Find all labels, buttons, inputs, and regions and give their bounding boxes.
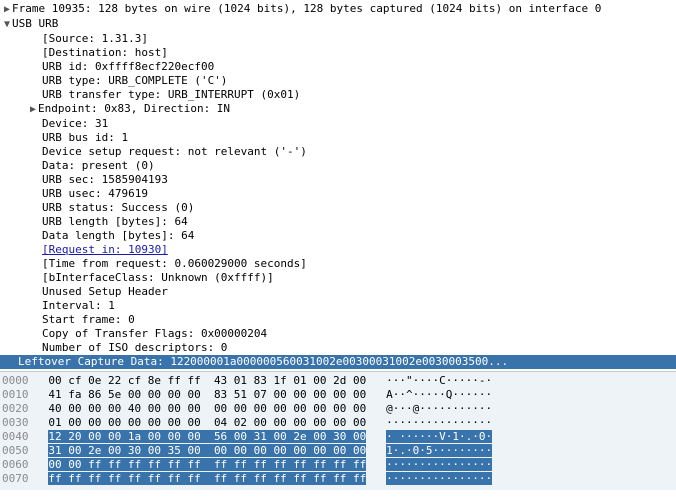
hex-offset: 0040 xyxy=(2,430,29,443)
hex-bytes[interactable]: 31 00 2e 00 30 00 35 00 00 00 00 00 00 0… xyxy=(48,444,366,457)
num-iso-row[interactable]: Number of ISO descriptors: 0 xyxy=(0,341,676,355)
hex-offset: 0030 xyxy=(2,416,29,429)
hex-ascii: ················ xyxy=(386,472,492,485)
request-in-link[interactable]: [Request in: 10930] xyxy=(42,243,168,256)
urb-status-row[interactable]: URB status: Success (0) xyxy=(0,201,676,215)
urb-type-row[interactable]: URB type: URB_COMPLETE ('C') xyxy=(0,74,676,88)
expand-icon[interactable] xyxy=(28,102,38,117)
hex-row[interactable]: 0040 12 20 00 00 1a 00 00 00 56 00 31 00… xyxy=(2,430,676,444)
binterface-class-row[interactable]: [bInterfaceClass: Unknown (0xffff)] xyxy=(0,271,676,285)
urb-id-row[interactable]: URB id: 0xffff8ecf220ecf00 xyxy=(0,60,676,74)
hex-ascii: ················ xyxy=(386,458,492,471)
interval-row[interactable]: Interval: 1 xyxy=(0,299,676,313)
urb-bus-id-row[interactable]: URB bus id: 1 xyxy=(0,131,676,145)
hex-bytes[interactable]: 00 00 ff ff ff ff ff ff ff ff ff ff ff f… xyxy=(48,458,366,471)
data-present-row[interactable]: Data: present (0) xyxy=(0,159,676,173)
urb-length-row[interactable]: URB length [bytes]: 64 xyxy=(0,215,676,229)
hex-row[interactable]: 0050 31 00 2e 00 30 00 35 00 00 00 00 00… xyxy=(2,444,676,458)
hex-bytes[interactable]: 00 cf 0e 22 cf 8e ff ff 43 01 83 1f 01 0… xyxy=(48,374,366,387)
expand-icon[interactable] xyxy=(2,2,12,17)
destination-row[interactable]: [Destination: host] xyxy=(0,46,676,60)
hex-bytes[interactable]: 12 20 00 00 1a 00 00 00 56 00 31 00 2e 0… xyxy=(48,430,366,443)
device-setup-row[interactable]: Device setup request: not relevant ('-') xyxy=(0,145,676,159)
copy-flags-row[interactable]: Copy of Transfer Flags: 0x00000204 xyxy=(0,327,676,341)
endpoint-row[interactable]: Endpoint: 0x83, Direction: IN xyxy=(0,102,676,117)
hex-bytes[interactable]: 01 00 00 00 00 00 00 00 04 02 00 00 00 0… xyxy=(48,416,366,429)
data-length-row[interactable]: Data length [bytes]: 64 xyxy=(0,229,676,243)
hex-offset: 0070 xyxy=(2,472,29,485)
urb-usec-row[interactable]: URB usec: 479619 xyxy=(0,187,676,201)
hex-offset: 0000 xyxy=(2,374,29,387)
hex-row[interactable]: 0070 ff ff ff ff ff ff ff ff ff ff ff ff… xyxy=(2,472,676,486)
usb-urb-label: USB URB xyxy=(12,17,58,30)
urb-sec-row[interactable]: URB sec: 1585904193 xyxy=(0,173,676,187)
hex-row[interactable]: 0010 41 fa 86 5e 00 00 00 00 83 51 07 00… xyxy=(2,388,676,402)
hex-ascii: ················ xyxy=(386,416,492,429)
hex-bytes[interactable]: 40 00 00 00 40 00 00 00 00 00 00 00 00 0… xyxy=(48,402,366,415)
hex-dump-pane[interactable]: 0000 00 cf 0e 22 cf 8e ff ff 43 01 83 1f… xyxy=(0,371,676,490)
hex-bytes[interactable]: ff ff ff ff ff ff ff ff ff ff ff ff ff f… xyxy=(48,472,366,485)
hex-ascii: @···@··········· xyxy=(386,402,492,415)
urb-transfer-type-row[interactable]: URB transfer type: URB_INTERRUPT (0x01) xyxy=(0,88,676,102)
frame-summary-row[interactable]: Frame 10935: 128 bytes on wire (1024 bit… xyxy=(0,2,676,17)
hex-row[interactable]: 0060 00 00 ff ff ff ff ff ff ff ff ff ff… xyxy=(2,458,676,472)
time-from-request-row[interactable]: [Time from request: 0.060029000 seconds] xyxy=(0,257,676,271)
request-in-row[interactable]: [Request in: 10930] xyxy=(0,243,676,257)
frame-summary: Frame 10935: 128 bytes on wire (1024 bit… xyxy=(12,2,601,15)
leftover-data-row[interactable]: Leftover Capture Data: 122000001a0000005… xyxy=(0,355,676,369)
packet-details-tree[interactable]: Frame 10935: 128 bytes on wire (1024 bit… xyxy=(0,0,676,371)
start-frame-row[interactable]: Start frame: 0 xyxy=(0,313,676,327)
hex-ascii: 1·.·0·5········· xyxy=(386,444,492,457)
hex-ascii: ···"····C·····-· xyxy=(386,374,492,387)
source-row[interactable]: [Source: 1.31.3] xyxy=(0,32,676,46)
usb-urb-row[interactable]: USB URB xyxy=(0,17,676,32)
hex-bytes[interactable]: 41 fa 86 5e 00 00 00 00 83 51 07 00 00 0… xyxy=(48,388,366,401)
hex-ascii: A··^·····Q······ xyxy=(386,388,492,401)
hex-offset: 0060 xyxy=(2,458,29,471)
hex-row[interactable]: 0030 01 00 00 00 00 00 00 00 04 02 00 00… xyxy=(2,416,676,430)
hex-row[interactable]: 0020 40 00 00 00 40 00 00 00 00 00 00 00… xyxy=(2,402,676,416)
hex-ascii: · ······V·1·.·0· xyxy=(386,430,492,443)
hex-row[interactable]: 0000 00 cf 0e 22 cf 8e ff ff 43 01 83 1f… xyxy=(2,374,676,388)
hex-offset: 0020 xyxy=(2,402,29,415)
hex-offset: 0050 xyxy=(2,444,29,457)
device-row[interactable]: Device: 31 xyxy=(0,117,676,131)
hex-offset: 0010 xyxy=(2,388,29,401)
unused-setup-row[interactable]: Unused Setup Header xyxy=(0,285,676,299)
collapse-icon[interactable] xyxy=(2,17,12,32)
